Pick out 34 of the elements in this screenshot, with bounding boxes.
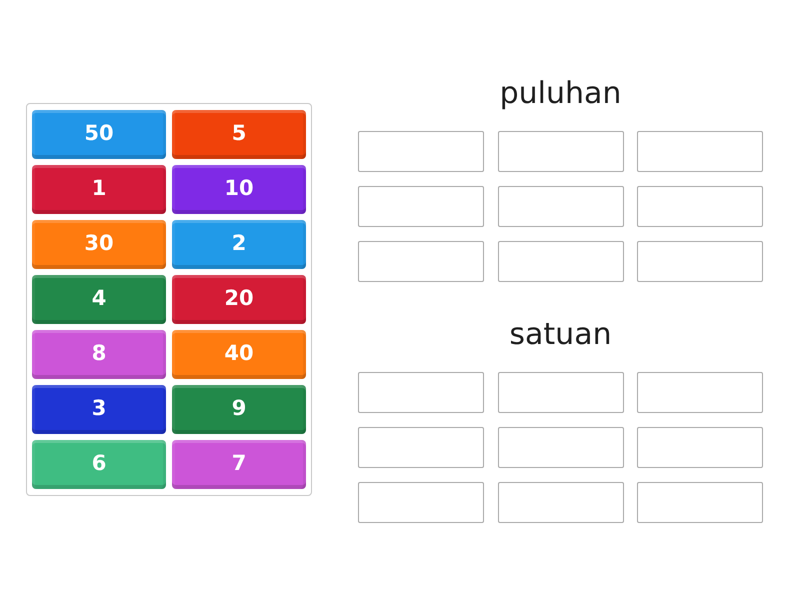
answer-tile[interactable]: 3 bbox=[32, 385, 166, 434]
answer-tile[interactable]: 1 bbox=[32, 165, 166, 214]
drop-slot[interactable] bbox=[637, 427, 763, 468]
drop-slot[interactable] bbox=[358, 186, 484, 227]
answer-tile[interactable]: 2 bbox=[172, 220, 306, 269]
answer-tile[interactable]: 30 bbox=[32, 220, 166, 269]
drop-slot[interactable] bbox=[498, 186, 624, 227]
drop-slot[interactable] bbox=[637, 241, 763, 282]
drop-slot[interactable] bbox=[358, 131, 484, 172]
answer-tile[interactable]: 6 bbox=[32, 440, 166, 489]
answer-tile[interactable]: 4 bbox=[32, 275, 166, 324]
answer-tile[interactable]: 20 bbox=[172, 275, 306, 324]
answer-tile[interactable]: 40 bbox=[172, 330, 306, 379]
drop-slot[interactable] bbox=[637, 186, 763, 227]
drop-slot[interactable] bbox=[498, 482, 624, 523]
answer-tile[interactable]: 7 bbox=[172, 440, 306, 489]
answer-tile[interactable]: 10 bbox=[172, 165, 306, 214]
group-title: satuan bbox=[508, 316, 613, 354]
drop-slot[interactable] bbox=[498, 241, 624, 282]
drop-slot[interactable] bbox=[358, 427, 484, 468]
drop-slot[interactable] bbox=[358, 372, 484, 413]
drop-slot[interactable] bbox=[498, 131, 624, 172]
drop-slot[interactable] bbox=[498, 427, 624, 468]
drop-slot[interactable] bbox=[358, 241, 484, 282]
drop-slot[interactable] bbox=[637, 131, 763, 172]
drop-slot[interactable] bbox=[637, 482, 763, 523]
answer-tile[interactable]: 9 bbox=[172, 385, 306, 434]
answer-tile[interactable]: 8 bbox=[32, 330, 166, 379]
drop-slot[interactable] bbox=[498, 372, 624, 413]
answer-tile[interactable]: 50 bbox=[32, 110, 166, 159]
group-title: puluhan bbox=[498, 75, 622, 113]
answer-tile[interactable]: 5 bbox=[172, 110, 306, 159]
drop-slot[interactable] bbox=[637, 372, 763, 413]
drop-slot[interactable] bbox=[358, 482, 484, 523]
